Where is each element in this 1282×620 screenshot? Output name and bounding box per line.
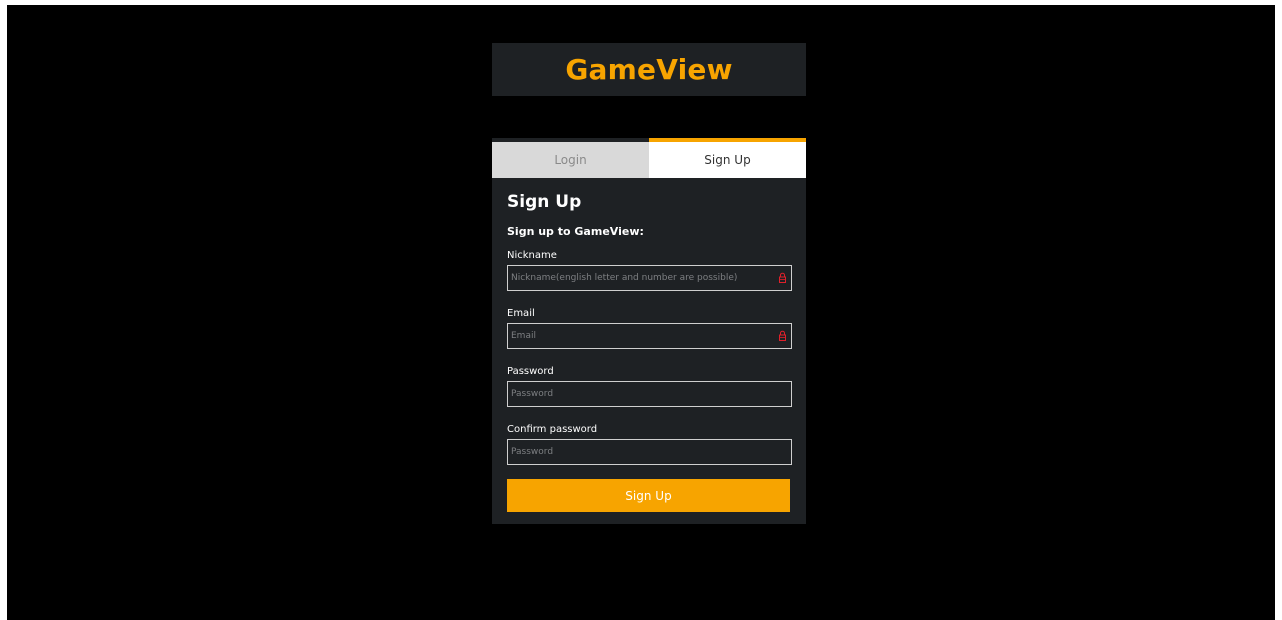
- confirm-password-field-wrap: [507, 439, 792, 465]
- tab-login[interactable]: Login: [492, 142, 649, 178]
- signup-button[interactable]: Sign Up: [507, 479, 790, 512]
- nickname-label: Nickname: [507, 250, 557, 261]
- confirm-password-input[interactable]: [507, 439, 792, 465]
- password-field-wrap: [507, 381, 792, 407]
- email-input[interactable]: [507, 323, 792, 349]
- form-subtitle: Sign up to GameView:: [507, 225, 644, 238]
- tab-signup[interactable]: Sign Up: [649, 138, 806, 178]
- auth-card: Login Sign Up Sign Up Sign up to GameVie…: [492, 138, 806, 524]
- email-field-wrap: [507, 323, 792, 349]
- auth-tabs: Login Sign Up: [492, 138, 806, 178]
- page-background: GameView Login Sign Up Sign Up Sign up t…: [7, 5, 1275, 620]
- lock-icon: [779, 330, 786, 341]
- email-label: Email: [507, 308, 535, 319]
- nickname-field-wrap: [507, 265, 792, 291]
- form-title: Sign Up: [507, 192, 582, 212]
- password-input[interactable]: [507, 381, 792, 407]
- confirm-password-label: Confirm password: [507, 424, 598, 435]
- brand-header: GameView: [492, 43, 806, 96]
- signup-form: Sign Up Sign up to GameView: Nickname Em…: [492, 178, 806, 512]
- app-title: GameView: [565, 53, 733, 86]
- nickname-input[interactable]: [507, 265, 792, 291]
- password-label: Password: [507, 366, 554, 377]
- lock-icon: [779, 272, 786, 283]
